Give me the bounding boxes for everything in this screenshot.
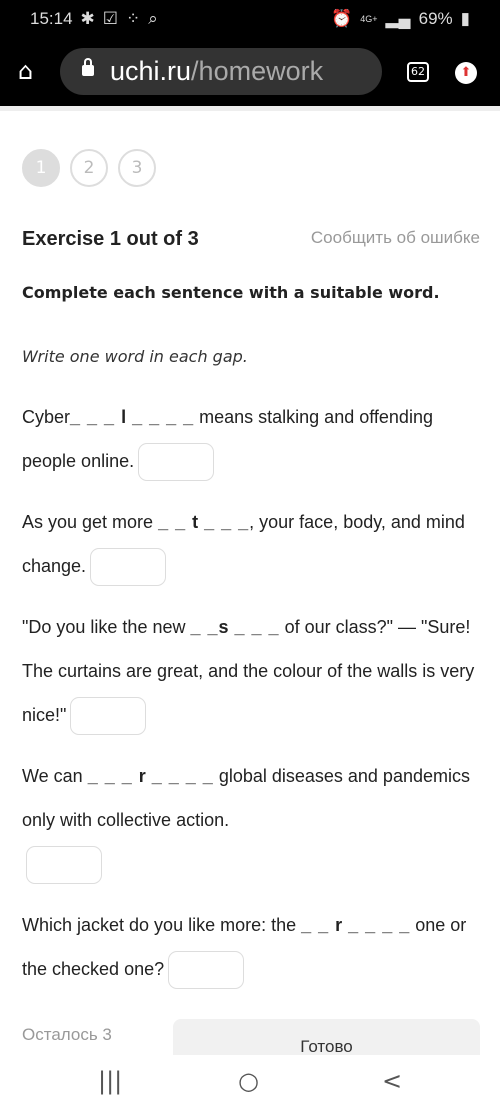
battery-percent: 69% xyxy=(418,9,453,28)
sentence: We can _ _ _ r _ _ _ _ global diseases a… xyxy=(22,754,482,886)
step-1[interactable]: 1 xyxy=(22,149,60,187)
text: Cyber xyxy=(22,407,71,427)
text: Which jacket do you like more: the xyxy=(22,915,302,935)
remaining-count: Осталось 3 xyxy=(22,1025,112,1044)
browser-toolbar: ⌂ uchi.ru/homework 62 ⬆ xyxy=(0,38,500,106)
url-host: uchi.ru xyxy=(110,56,192,86)
update-icon[interactable]: ⬆ xyxy=(455,62,477,84)
gear-icon: ✱ xyxy=(80,9,95,28)
address-bar[interactable]: uchi.ru/homework xyxy=(60,48,382,95)
gap: _ _ _ xyxy=(228,617,280,637)
step-3[interactable]: 3 xyxy=(118,149,156,187)
sentence: Which jacket do you like more: the _ _ r… xyxy=(22,903,482,991)
gap: _ _ xyxy=(301,915,336,935)
hint-letter: s xyxy=(218,617,229,637)
gap: _ _ _ xyxy=(87,766,139,786)
status-bar: 15:14 ✱ ☑ ⁘ ⌕ ⏰ 4G+ ▂▄ 69% ▮ xyxy=(0,0,500,38)
sentence: "Do you like the new _ _s _ _ _ of our c… xyxy=(22,605,482,737)
alarm-icon: ⏰ xyxy=(331,9,353,28)
gap: _ _ _ xyxy=(198,512,250,532)
home-icon[interactable]: ⌂ xyxy=(18,58,44,84)
system-nav-bar: ||| ○ < xyxy=(0,1055,500,1111)
page-title: Exercise 1 out of 3 xyxy=(22,228,199,250)
answer-input[interactable] xyxy=(168,951,245,990)
lock-icon xyxy=(82,58,94,76)
url-path: /homework xyxy=(191,56,324,86)
checkbox-icon: ☑ xyxy=(102,9,119,28)
gap: _ _ xyxy=(190,617,219,637)
battery-icon: ▮ xyxy=(460,9,470,28)
text: We can xyxy=(22,766,88,786)
answer-input[interactable] xyxy=(70,697,147,736)
sentence-list: Cyber_ _ _ l _ _ _ _ means stalking and … xyxy=(22,395,482,1008)
clock: 15:14 xyxy=(30,9,73,28)
gap: _ _ xyxy=(158,512,193,532)
search-icon: ⌕ xyxy=(148,9,158,28)
network-label: 4G+ xyxy=(360,14,378,24)
instruction: Complete each sentence with a suitable w… xyxy=(22,283,440,302)
text: "Do you like the new xyxy=(22,617,191,637)
step-2[interactable]: 2 xyxy=(70,149,108,187)
text: As you get more xyxy=(22,512,159,532)
tab-count-button[interactable]: 62 xyxy=(407,62,429,82)
answer-input[interactable] xyxy=(26,846,102,885)
divider xyxy=(0,106,500,111)
gap: _ _ _ xyxy=(70,407,122,427)
signal-icon: ▂▄ xyxy=(385,9,411,28)
sentence: Cyber_ _ _ l _ _ _ _ means stalking and … xyxy=(22,395,482,483)
hint: Write one word in each gap. xyxy=(22,347,248,366)
step-indicator: 1 2 3 xyxy=(22,149,156,187)
gap: _ _ _ _ xyxy=(342,915,411,935)
report-error-link[interactable]: Сообщить об ошибке xyxy=(311,228,480,248)
gap: _ _ _ _ xyxy=(145,766,214,786)
sentence: As you get more _ _ t _ _ _, your face, … xyxy=(22,500,482,588)
hint-letter: r xyxy=(138,766,146,786)
answer-input[interactable] xyxy=(90,548,167,587)
gap: _ _ _ _ xyxy=(126,407,195,427)
home-button-icon[interactable]: ○ xyxy=(238,1067,259,1095)
recents-icon[interactable]: ||| xyxy=(98,1067,122,1095)
back-icon[interactable]: < xyxy=(382,1067,402,1095)
apps-icon: ⁘ xyxy=(126,9,141,28)
answer-input[interactable] xyxy=(138,443,215,482)
